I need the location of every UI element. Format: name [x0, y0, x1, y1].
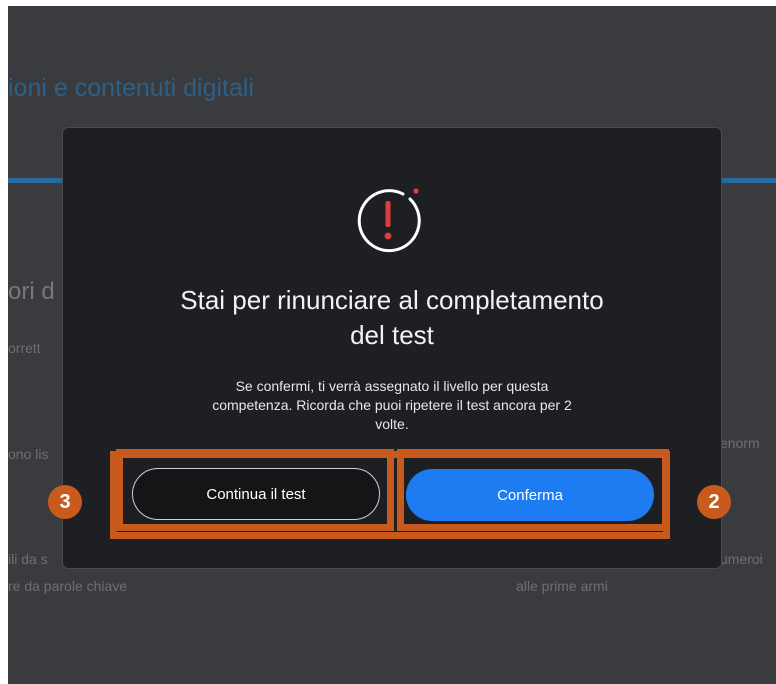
background-text: enorm — [720, 435, 760, 451]
modal-message: Se confermi, ti verrà assegnato il livel… — [170, 377, 614, 434]
background-text: ili da s — [8, 551, 48, 567]
modal-title-line: del test — [350, 320, 434, 350]
modal-title: Stai per rinunciare al completamento del… — [62, 283, 722, 353]
modal-message-line: volte. — [375, 416, 409, 432]
modal-message-line: Se confermi, ti verrà assegnato il livel… — [235, 378, 549, 394]
background-heading: ioni e contenuti digitali — [8, 74, 254, 102]
background-text: re da parole chiave — [8, 578, 128, 594]
highlight-box-outer — [110, 451, 670, 539]
background-text: alle prime armi — [516, 578, 608, 594]
background-text: orrett — [8, 340, 41, 356]
background-text: umeroi — [720, 551, 763, 567]
alert-exclamation-icon — [348, 181, 428, 261]
modal-message-line: competenza. Ricorda che puoi ripetere il… — [212, 397, 572, 413]
background-text: ori d — [8, 278, 55, 305]
background-text: ono lis — [8, 446, 49, 462]
step-badge-2: 2 — [697, 485, 731, 519]
modal-title-line: Stai per rinunciare al completamento — [180, 285, 604, 315]
step-badge-3: 3 — [48, 485, 82, 519]
